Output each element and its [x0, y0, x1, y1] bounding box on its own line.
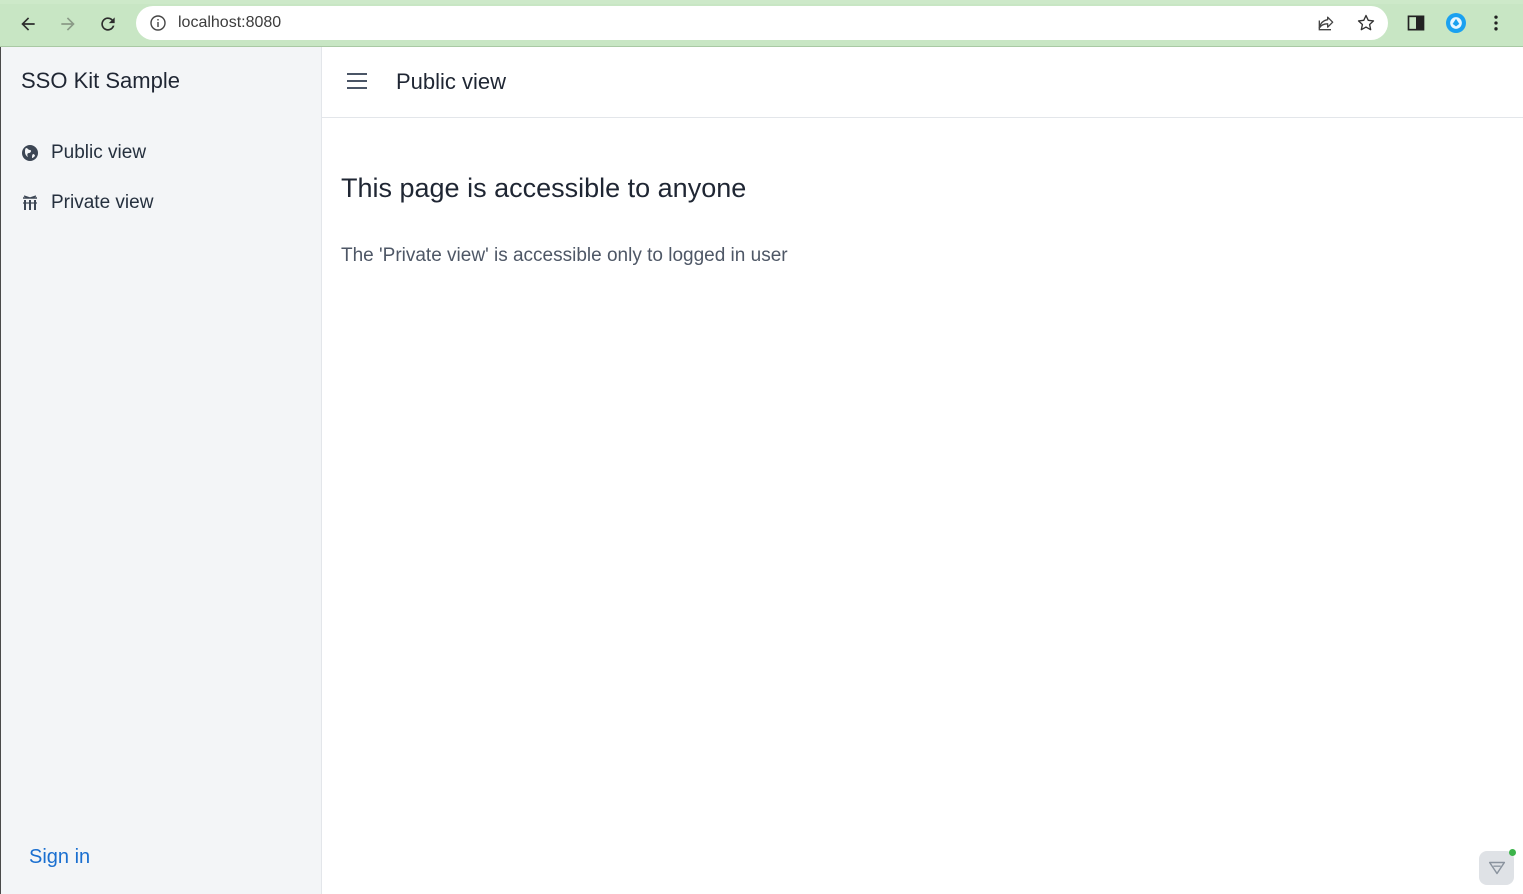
address-bar[interactable]: localhost:8080: [136, 6, 1388, 40]
send-icon: [1488, 861, 1505, 875]
share-icon: [1318, 16, 1334, 31]
main-heading: This page is accessible to anyone: [341, 173, 747, 203]
info-icon[interactable]: [150, 15, 166, 31]
sidebar-item-label: Private view: [51, 192, 154, 213]
forward-button[interactable]: [52, 8, 84, 40]
globe-icon: [21, 144, 39, 162]
share-button[interactable]: [1311, 6, 1341, 40]
arrow-right-icon: [61, 17, 75, 31]
hamburger-menu-icon: [347, 73, 367, 89]
page-title: Public view: [396, 69, 507, 94]
sign-in-link[interactable]: Sign in: [29, 846, 90, 869]
tab-strip: [0, 0, 1523, 4]
bookmark-button[interactable]: [1351, 6, 1381, 40]
reload-icon: [101, 17, 115, 31]
status-dot: [1509, 849, 1516, 856]
browser-menu-button[interactable]: [1482, 9, 1510, 37]
building-icon: [21, 194, 39, 212]
drawer-toggle-button[interactable]: [344, 69, 370, 93]
arrow-left-icon: [21, 17, 35, 31]
browser-toolbar: localhost:8080: [0, 0, 1523, 47]
url-text[interactable]: localhost:8080: [178, 14, 281, 32]
main-description: The 'Private view' is accessible only to…: [341, 245, 788, 266]
sidebar-item-label: Public view: [51, 142, 147, 163]
page-header: Public view: [322, 47, 1523, 118]
side-panel-button[interactable]: [1402, 9, 1430, 37]
more-vertical-icon: [1494, 15, 1498, 31]
side-panel-icon: [1407, 15, 1425, 31]
sidebar: SSO Kit Sample Public view Private view …: [0, 47, 322, 894]
sidebar-item-public-view[interactable]: Public view: [21, 138, 146, 168]
back-button[interactable]: [12, 8, 44, 40]
star-icon: [1357, 14, 1375, 31]
reload-button[interactable]: [92, 8, 124, 40]
avatar: [1446, 13, 1466, 33]
app-title: SSO Kit Sample: [21, 68, 180, 93]
profile-button[interactable]: [1442, 9, 1470, 37]
sidebar-item-private-view[interactable]: Private view: [21, 188, 153, 218]
dev-tools-widget[interactable]: [1479, 849, 1516, 885]
